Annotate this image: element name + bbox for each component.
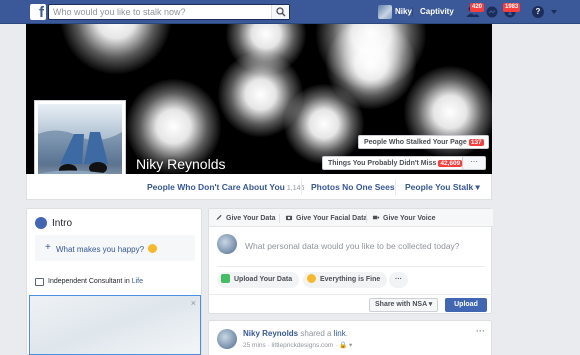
search-input[interactable] <box>49 5 269 19</box>
photo-icon <box>221 274 230 283</box>
top-navigation-bar: f Niky Captivity 420 1983 ? <box>0 0 580 24</box>
tab-photos-no-one-sees[interactable]: Photos No One Sees <box>311 174 395 200</box>
smiley-icon <box>148 244 158 253</box>
account-menu-caret-icon[interactable] <box>551 10 557 14</box>
post-link[interactable]: link <box>334 329 346 338</box>
featured-photo[interactable]: × <box>29 295 201 355</box>
post-options-button[interactable]: ··· <box>476 326 485 336</box>
what-makes-you-happy-button[interactable]: + What makes you happy? <box>35 235 195 261</box>
timeline-navigation: People Who Don't Care About You 1,146 Pho… <box>26 174 492 200</box>
search-button[interactable] <box>271 5 289 19</box>
composer-avatar <box>217 234 237 254</box>
video-icon <box>372 215 380 220</box>
things-you-didnt-miss-button[interactable]: Things You Probably Didn't Miss 42,609 <box>322 156 468 170</box>
stalked-count-badge: 137 <box>468 139 484 146</box>
upload-button[interactable]: Upload <box>445 298 487 312</box>
globe-icon <box>35 217 47 229</box>
things-count-badge: 42,609 <box>438 160 463 167</box>
divider <box>412 7 413 17</box>
messages-icon[interactable] <box>485 5 499 19</box>
feeling-icon <box>307 274 316 283</box>
tab-give-facial-data[interactable]: Give Your Facial Data <box>285 214 367 222</box>
upload-your-data-button[interactable]: Upload Your Data <box>217 272 300 288</box>
feed-post: Niky Reynolds shared a link. 25 mins · l… <box>208 320 492 355</box>
user-name-link[interactable]: Niky <box>395 7 412 16</box>
profile-name[interactable]: Niky Reynolds <box>136 156 225 172</box>
post-avatar[interactable] <box>217 329 237 349</box>
things-label: Things You Probably Didn't Miss <box>328 160 437 167</box>
job-info: Independent Consultant in Life <box>48 278 143 285</box>
intro-card: Intro + What makes you happy? Independen… <box>26 208 202 355</box>
divider <box>366 214 367 223</box>
search-icon <box>276 7 286 17</box>
post-composer: Give Your Data Give Your Facial Data Giv… <box>208 208 493 315</box>
divider <box>279 214 280 223</box>
people-who-stalked-label: People Who Stalked Your Page <box>364 139 467 146</box>
home-link[interactable]: Captivity <box>420 7 454 16</box>
divider <box>395 179 396 195</box>
post-meta: 25 mins · littleprickdesigns.com · 🔒 ▾ <box>243 342 353 349</box>
tab-give-your-data[interactable]: Give Your Data <box>215 214 276 222</box>
cover-light-blob <box>61 24 171 74</box>
post-author-link[interactable]: Niky Reynolds <box>243 329 298 338</box>
friend-requests-badge: 420 <box>470 3 485 12</box>
search-box <box>48 4 290 20</box>
cover-light-blob <box>284 84 364 164</box>
composer-footer: Share with NSA ▾ Upload <box>209 294 493 315</box>
post-header: Niky Reynolds shared a link. <box>243 329 348 338</box>
composer-input[interactable]: What personal data would you like to be … <box>245 241 460 251</box>
plus-icon: + <box>45 242 51 253</box>
close-icon[interactable]: × <box>191 298 196 308</box>
help-icon[interactable]: ? <box>532 6 544 18</box>
cover-more-button[interactable]: ··· <box>462 156 486 170</box>
happy-prompt: What makes you happy? <box>56 244 158 254</box>
tab-people-who-dont-care[interactable]: People Who Don't Care About You 1,146 <box>147 174 304 200</box>
composer-tabs: Give Your Data Give Your Facial Data Giv… <box>209 209 493 227</box>
divider <box>301 179 302 195</box>
tab-give-your-voice[interactable]: Give Your Voice <box>372 214 436 222</box>
user-avatar[interactable] <box>378 5 392 19</box>
everything-is-fine-button[interactable]: Everything is Fine <box>303 272 388 288</box>
tab-people-you-stalk[interactable]: People You Stalk ▾ <box>405 174 480 200</box>
pencil-icon <box>216 214 222 221</box>
notifications-badge: 1983 <box>503 3 521 12</box>
briefcase-icon <box>35 278 44 286</box>
facebook-logo[interactable]: f <box>30 4 46 20</box>
share-with-nsa-dropdown[interactable]: Share with NSA ▾ <box>369 298 439 312</box>
divider <box>217 266 485 267</box>
composer-more-button[interactable]: ··· <box>389 272 408 288</box>
people-who-stalked-button[interactable]: People Who Stalked Your Page 137 <box>358 135 489 149</box>
camera-icon <box>285 215 293 221</box>
tab-label: People Who Don't Care About You <box>147 182 285 192</box>
intro-title: Intro <box>52 218 73 229</box>
job-location-link[interactable]: Life <box>132 278 143 285</box>
